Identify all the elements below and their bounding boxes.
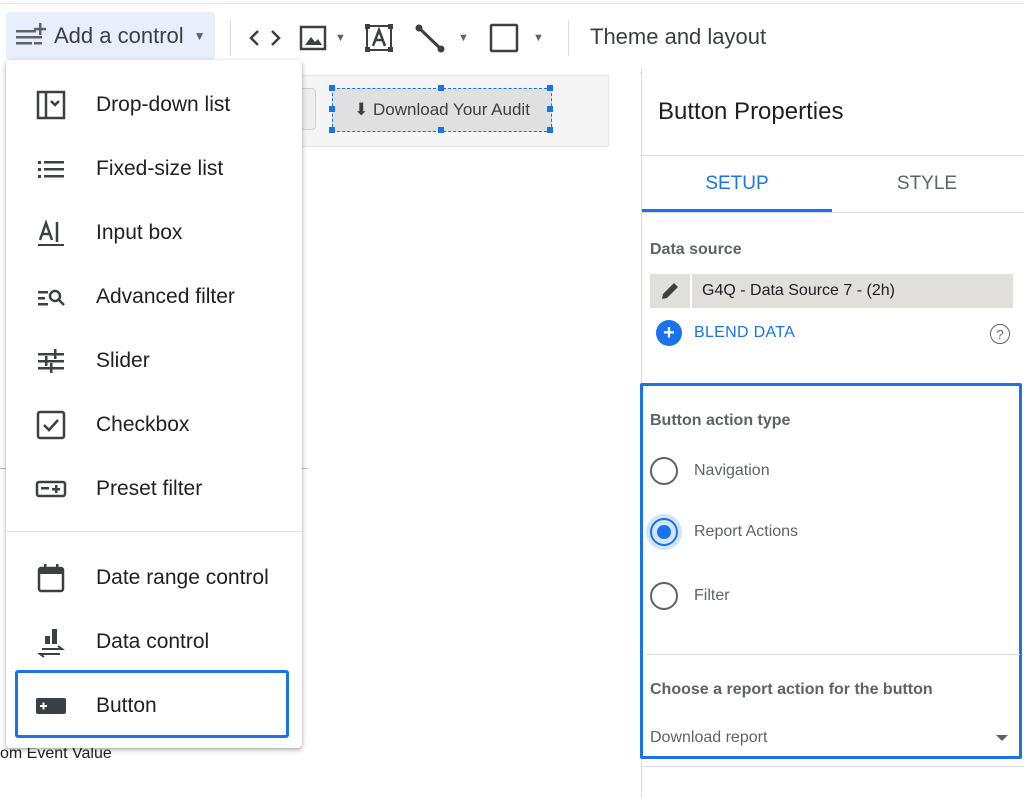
menu-item-drop-down-list[interactable]: Drop-down list bbox=[6, 73, 302, 137]
radio-label: Filter bbox=[694, 587, 730, 604]
report-action-label: Choose a report action for the button bbox=[650, 681, 933, 698]
resize-handle[interactable] bbox=[329, 127, 335, 133]
toolbar-top-divider bbox=[0, 3, 1024, 4]
blend-data-label: BLEND DATA bbox=[694, 324, 796, 341]
radio-label: Report Actions bbox=[694, 523, 799, 540]
menu-item-date-range-control[interactable]: Date range control bbox=[6, 546, 302, 610]
menu-item-input-box[interactable]: Input box bbox=[6, 201, 302, 265]
line-icon bbox=[415, 24, 445, 53]
resize-handle[interactable] bbox=[547, 127, 553, 133]
menu-item-fixed-size-list[interactable]: Fixed-size list bbox=[6, 137, 302, 201]
shape-button[interactable]: ▼ bbox=[489, 20, 544, 56]
data-source-name: G4Q - Data Source 7 - (2h) bbox=[702, 282, 895, 299]
menu-item-label: Fixed-size list bbox=[96, 157, 224, 180]
image-dropdown-caret-icon: ▼ bbox=[335, 32, 346, 44]
add-control-button[interactable]: Add a control ▼ bbox=[6, 12, 215, 60]
rectangle-icon bbox=[489, 23, 519, 53]
resize-handle[interactable] bbox=[547, 85, 553, 91]
add-control-menu: Drop-down list Fixed-size list Input box… bbox=[6, 60, 302, 748]
download-audit-button[interactable]: ⬇ Download Your Audit bbox=[332, 88, 552, 132]
preset-filter-icon bbox=[34, 472, 68, 506]
menu-item-label: Date range control bbox=[96, 566, 269, 589]
menu-item-slider[interactable]: Slider bbox=[6, 329, 302, 393]
checkbox-icon bbox=[34, 408, 68, 442]
code-embed-button[interactable] bbox=[248, 20, 282, 56]
chevron-down-icon: ▼ bbox=[193, 29, 206, 43]
advanced-filter-icon bbox=[34, 280, 68, 314]
tab-setup[interactable]: SETUP bbox=[642, 156, 832, 212]
slider-icon bbox=[34, 344, 68, 378]
menu-item-label: Checkbox bbox=[96, 413, 190, 436]
add-circle-icon: + bbox=[656, 320, 682, 346]
dropdown-list-icon bbox=[34, 88, 68, 122]
button-action-highlight bbox=[640, 383, 1022, 759]
text-box-icon bbox=[365, 24, 393, 52]
menu-item-data-control[interactable]: Data control bbox=[6, 610, 302, 674]
panel-title: Button Properties bbox=[658, 98, 844, 125]
pencil-icon[interactable] bbox=[650, 274, 692, 308]
radio-navigation[interactable]: Navigation bbox=[650, 453, 770, 489]
add-control-label: Add a control bbox=[54, 23, 184, 48]
menu-item-label: Advanced filter bbox=[96, 285, 235, 308]
menu-item-advanced-filter[interactable]: Advanced filter bbox=[6, 265, 302, 329]
line-dropdown-caret-icon: ▼ bbox=[458, 32, 469, 44]
add-control-icon bbox=[14, 22, 46, 50]
radio-halo bbox=[646, 514, 682, 550]
calendar-icon bbox=[34, 561, 68, 595]
menu-item-label: Preset filter bbox=[96, 477, 203, 500]
radio-button-icon bbox=[650, 457, 678, 485]
panel-divider bbox=[642, 766, 1024, 767]
dropdown-arrow-icon bbox=[996, 735, 1008, 741]
toolbar-divider bbox=[568, 20, 569, 56]
panel-divider bbox=[646, 654, 1020, 655]
toolbar-divider bbox=[230, 20, 231, 56]
list-icon bbox=[34, 152, 68, 186]
radio-report-actions[interactable]: Report Actions bbox=[646, 514, 799, 550]
input-box-icon bbox=[34, 216, 68, 250]
data-source-label: Data source bbox=[650, 241, 742, 258]
menu-item-label: Input box bbox=[96, 221, 183, 244]
text-box-button[interactable] bbox=[364, 20, 394, 56]
button-item-highlight bbox=[15, 670, 289, 738]
menu-item-checkbox[interactable]: Checkbox bbox=[6, 393, 302, 457]
radio-button-icon bbox=[650, 582, 678, 610]
tab-style[interactable]: STYLE bbox=[832, 156, 1022, 212]
line-button[interactable]: ▼ bbox=[414, 20, 469, 56]
menu-divider bbox=[6, 531, 302, 532]
shape-dropdown-caret-icon: ▼ bbox=[533, 32, 544, 44]
panel-divider bbox=[642, 212, 1024, 213]
menu-item-preset-filter[interactable]: Preset filter bbox=[6, 457, 302, 521]
code-icon bbox=[249, 30, 281, 46]
radio-halo bbox=[646, 453, 682, 489]
resize-handle[interactable] bbox=[547, 106, 553, 112]
resize-handle[interactable] bbox=[438, 85, 444, 91]
theme-and-layout-button[interactable]: Theme and layout bbox=[590, 24, 766, 50]
radio-selected-icon bbox=[650, 518, 678, 546]
data-source-selector[interactable]: G4Q - Data Source 7 - (2h) bbox=[650, 274, 1013, 308]
radio-filter[interactable]: Filter bbox=[650, 578, 730, 614]
menu-item-label: Drop-down list bbox=[96, 93, 231, 116]
data-control-icon bbox=[34, 625, 68, 659]
radio-label: Navigation bbox=[694, 462, 770, 479]
radio-halo bbox=[646, 578, 682, 614]
report-action-select[interactable]: Download report bbox=[650, 725, 1012, 751]
image-button[interactable]: ▼ bbox=[299, 20, 346, 56]
resize-handle[interactable] bbox=[329, 85, 335, 91]
menu-item-label: Slider bbox=[96, 349, 150, 372]
resize-handle[interactable] bbox=[438, 127, 444, 133]
blend-data-button[interactable]: + BLEND DATA bbox=[656, 320, 795, 346]
resize-handle[interactable] bbox=[329, 106, 335, 112]
button-properties-panel: Button Properties SETUP STYLE Data sourc… bbox=[640, 68, 1024, 798]
menu-item-label: Data control bbox=[96, 630, 210, 653]
image-icon bbox=[299, 25, 327, 51]
report-action-value: Download report bbox=[650, 729, 768, 746]
help-icon[interactable]: ? bbox=[990, 324, 1010, 344]
button-action-type-label: Button action type bbox=[650, 412, 791, 429]
